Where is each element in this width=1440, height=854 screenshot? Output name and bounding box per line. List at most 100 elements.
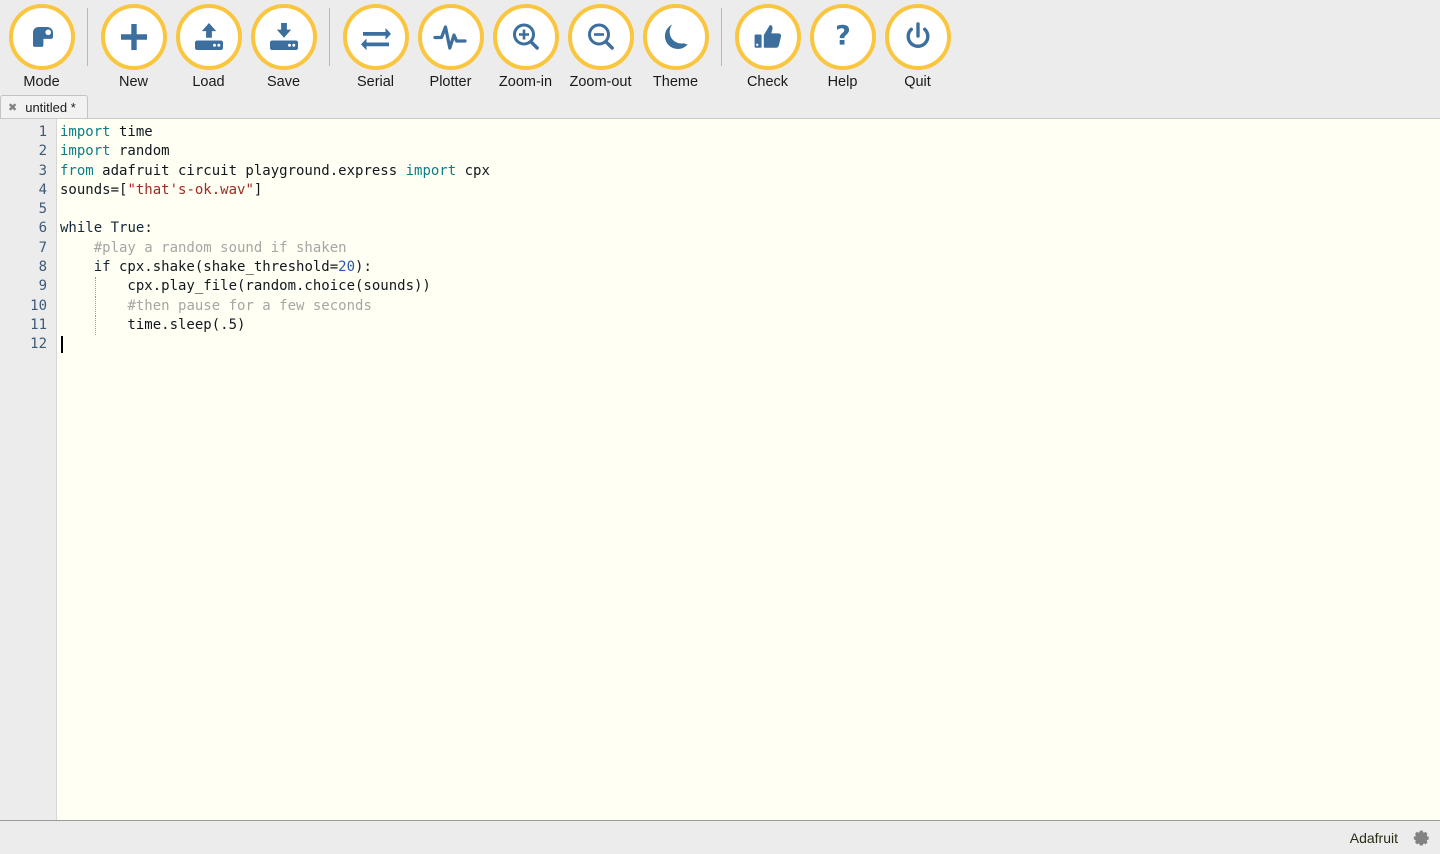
close-icon[interactable]: ✖: [8, 102, 17, 113]
upload-drive-icon: [175, 4, 242, 70]
toolbar-separator: [721, 8, 722, 66]
toolbar-button-label: Theme: [652, 74, 699, 90]
code-token: random: [110, 143, 170, 160]
code-line[interactable]: #play a random sound if shaken: [60, 239, 1440, 258]
toolbar-button-label: Help: [827, 74, 858, 90]
code-token: cpx: [456, 162, 490, 179]
toolbar-button-new[interactable]: New: [96, 0, 171, 90]
code-token: import: [60, 143, 111, 160]
gear-icon[interactable]: [1410, 827, 1432, 849]
code-token: if: [93, 259, 111, 276]
toolbar-button-label: Check: [746, 74, 789, 90]
pulse-wave-icon: [417, 4, 484, 70]
line-number: 5: [38, 201, 47, 218]
code-token: adafruit circuit playground.express: [93, 162, 406, 179]
code-line[interactable]: import random: [60, 142, 1440, 161]
question-mark-icon: ?: [809, 4, 876, 70]
indent-guide: [94, 277, 96, 297]
toolbar-button-load[interactable]: Load: [171, 0, 246, 90]
save-drive-icon: [250, 4, 317, 70]
toolbar-button-mode[interactable]: Mode: [4, 0, 79, 90]
code-token: while: [60, 220, 103, 237]
code-line[interactable]: from adafruit circuit playground.express…: [60, 162, 1440, 181]
power-icon: [884, 4, 951, 70]
line-number: 9: [38, 278, 47, 295]
toolbar-button-zoom-in[interactable]: Zoom-in: [488, 0, 563, 90]
toolbar-button-plotter[interactable]: Plotter: [413, 0, 488, 90]
line-number: 6: [38, 220, 47, 237]
code-token: time.sleep(.5): [60, 316, 246, 333]
toolbar-button-label: Serial: [356, 74, 395, 90]
code-token: cpx.shake(shake_threshold=: [110, 259, 339, 276]
code-token: time: [110, 124, 153, 140]
code-token: ]: [253, 181, 263, 198]
line-number: 8: [38, 259, 47, 276]
line-number: 12: [30, 336, 47, 353]
editor-area[interactable]: 1 2 3 4 5 6 7 8 9 10 11 12 import time import random…: [0, 119, 1440, 821]
toolbar-button-save[interactable]: Save: [246, 0, 321, 90]
toolbar-button-serial[interactable]: Serial: [338, 0, 413, 90]
exchange-arrows-icon: [342, 4, 409, 70]
code-token: 20: [338, 259, 356, 276]
toolbar-button-label: Quit: [904, 74, 931, 90]
code-line[interactable]: cpx.play_file(random.choice(sounds)): [60, 277, 1440, 297]
code-token: import: [60, 124, 111, 140]
tab-title: untitled *: [25, 99, 76, 115]
code-line[interactable]: [60, 335, 1440, 354]
code-token: #then pause for a few seconds: [127, 297, 372, 314]
toolbar-separator: [329, 8, 330, 66]
toolbar-button-zoom-out[interactable]: Zoom-out: [563, 0, 638, 90]
main-toolbar: Mode New Load Save Serial Plotter Zoom-i…: [0, 0, 1440, 95]
code-token: :: [144, 220, 153, 237]
toolbar-button-label: Zoom-out: [569, 74, 632, 90]
text-cursor: [61, 336, 63, 354]
code-line[interactable]: #then pause for a few seconds: [60, 296, 1440, 316]
toolbar-button-quit[interactable]: Quit: [880, 0, 955, 90]
line-number: 4: [38, 181, 47, 198]
svg-text:?: ?: [835, 21, 851, 52]
toolbar-button-label: Plotter: [429, 74, 472, 90]
toolbar-button-label: Save: [266, 74, 301, 90]
thumbs-up-icon: [734, 4, 801, 70]
toolbar-button-help[interactable]: ? Help: [805, 0, 880, 90]
toolbar-separator: [87, 8, 88, 66]
code-token: cpx.play_file(random.choice(sounds)): [60, 278, 431, 295]
indent-guide: [94, 296, 96, 316]
line-number: 1: [38, 124, 47, 140]
code-token: "that's-ok.wav": [127, 181, 254, 198]
toolbar-button-label: New: [118, 74, 148, 90]
editor-tab[interactable]: ✖ untitled *: [0, 95, 88, 118]
toolbar-button-label: Mode: [23, 74, 60, 90]
code-token: from: [60, 162, 94, 179]
toolbar-button-check[interactable]: Check: [730, 0, 805, 90]
code-line[interactable]: if cpx.shake(shake_threshold=20):: [60, 258, 1440, 277]
code-token: ):: [355, 259, 372, 276]
code-token: import: [405, 162, 457, 179]
mode-snake-icon: [8, 4, 75, 70]
line-number-gutter: 1 2 3 4 5 6 7 8 9 10 11 12: [0, 119, 57, 820]
code-line[interactable]: [60, 200, 1440, 219]
magnifier-plus-icon: [492, 4, 559, 70]
code-token: #play a random sound if shaken: [93, 239, 347, 256]
line-number: 7: [38, 239, 47, 256]
status-bar: Adafruit: [0, 821, 1440, 854]
plus-icon: [100, 4, 167, 70]
status-mode-label: Adafruit: [1349, 829, 1398, 846]
toolbar-button-theme[interactable]: Theme: [638, 0, 713, 90]
code-token: True: [110, 220, 145, 237]
code-line[interactable]: while True:: [60, 219, 1440, 238]
moon-icon: [642, 4, 709, 70]
code-text-area[interactable]: import time import random from adafruit ci…: [57, 119, 1440, 820]
tab-bar: ✖ untitled *: [0, 95, 1440, 119]
code-line[interactable]: time.sleep(.5): [60, 315, 1440, 336]
toolbar-button-label: Load: [192, 74, 225, 90]
code-line[interactable]: sounds=["that's-ok.wav"]: [60, 181, 1440, 200]
code-token: sounds=[: [60, 181, 128, 198]
mu-editor-window: Mode New Load Save Serial Plotter Zoom-i…: [0, 0, 1440, 854]
line-number: 2: [38, 143, 47, 160]
magnifier-minus-icon: [567, 4, 634, 70]
indent-guide: [94, 315, 96, 336]
code-line[interactable]: import time: [60, 123, 1440, 142]
